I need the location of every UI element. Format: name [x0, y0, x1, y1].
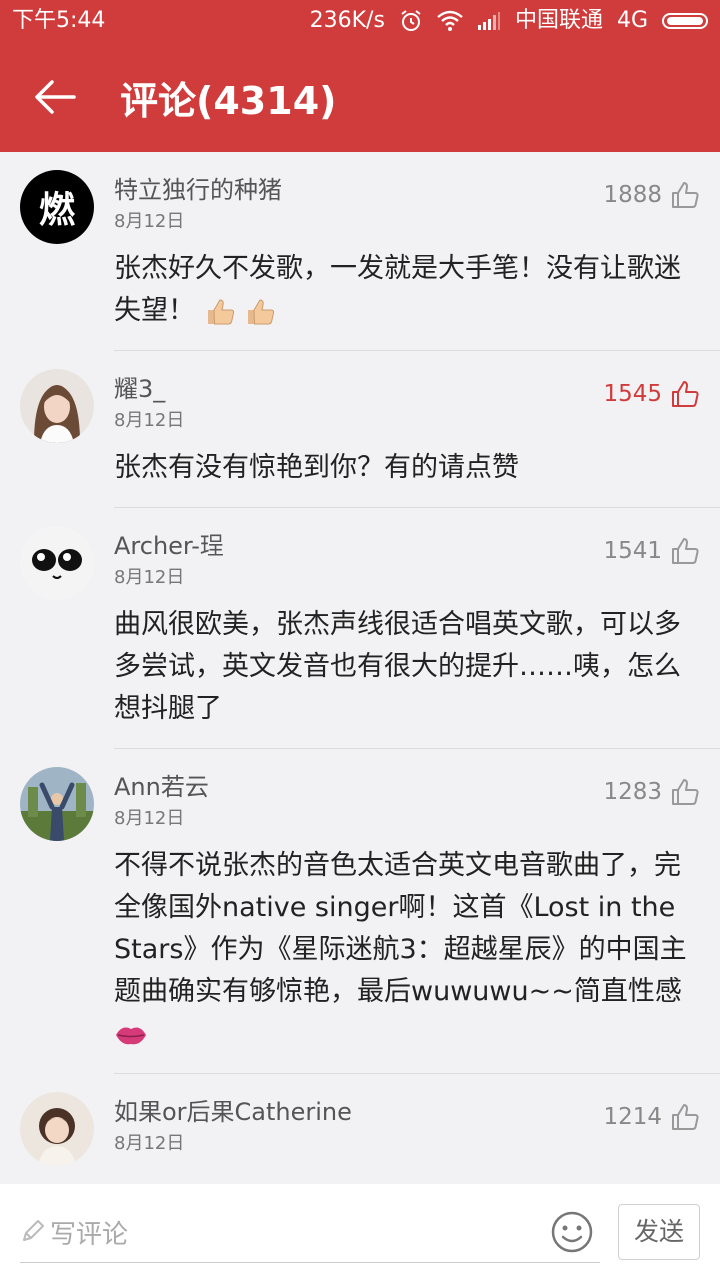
- back-arrow-icon[interactable]: [30, 72, 80, 122]
- thumbs-up-icon: [672, 538, 699, 564]
- thumbs-up-icon: [672, 182, 699, 208]
- status-bar: 下午5:44 236K/s 中国联通 4G: [0, 0, 720, 42]
- comment-text-content: 张杰好久不发歌，一发就是大手笔！没有让歌迷失望！: [114, 253, 681, 326]
- pencil-icon: [23, 1220, 44, 1241]
- like-count: 1541: [603, 538, 662, 564]
- like-count: 1283: [603, 779, 662, 805]
- like-button[interactable]: 1545: [603, 379, 700, 409]
- carrier-name: 中国联通: [514, 8, 603, 33]
- like-button[interactable]: 1541: [603, 536, 700, 566]
- status-time: 下午5:44: [12, 8, 106, 33]
- kiss-lips-emoji: [116, 1026, 146, 1044]
- thumbs-up-icon: [672, 779, 699, 805]
- comment-date: 8月12日: [114, 211, 185, 232]
- like-count: 1545: [603, 381, 662, 407]
- comment-text: 不得不说张杰的音色太适合英文电音歌曲了，完全像国外native singer啊！…: [114, 845, 720, 1055]
- avatar[interactable]: [20, 767, 94, 841]
- send-button[interactable]: 发送: [618, 1204, 700, 1260]
- comment-text: 曲风很欧美，张杰声线很适合唱英文歌，可以多多尝试，英文发音也有很大的提升……咦，…: [114, 609, 681, 724]
- comment-item: 如果or后果Catherine 8月12日 1214: [0, 1074, 720, 1166]
- comment-date: 8月12日: [114, 1133, 185, 1154]
- signal-icon: [477, 12, 500, 30]
- comment-input-placeholder: 写评论: [50, 1220, 129, 1250]
- comment-date: 8月12日: [114, 410, 185, 431]
- like-button[interactable]: 1283: [603, 777, 700, 807]
- avatar-glyph: 燃: [38, 190, 75, 231]
- comment-text-content: 不得不说张杰的音色太适合英文电音歌曲了，完全像国外native singer啊！…: [114, 850, 687, 1007]
- like-button[interactable]: 1214: [603, 1102, 700, 1132]
- like-count: 1214: [603, 1104, 662, 1130]
- comment-date: 8月12日: [114, 567, 185, 588]
- comment-list[interactable]: 燃 特立独行的种猪 8月12日 1888 张杰好久不发歌，一发就是大手笔！没有让…: [0, 152, 720, 1184]
- avatar[interactable]: [20, 526, 94, 600]
- alarm-icon: [401, 10, 421, 31]
- comment-text: 张杰有没有惊艳到你？有的请点赞: [114, 452, 519, 483]
- like-button[interactable]: 1888: [603, 180, 700, 210]
- comment-composer: 写评论 发送: [0, 1184, 720, 1280]
- thumbs-up-emoji: [248, 298, 275, 324]
- page-title: 评论(4314): [120, 78, 337, 123]
- thumbs-up-icon: [672, 381, 699, 407]
- thumbs-up-emoji: [207, 298, 234, 324]
- avatar[interactable]: [20, 1092, 94, 1166]
- top-header: 下午5:44 236K/s 中国联通 4G 评论(4314): [0, 0, 720, 152]
- status-indicators: 236K/s 中国联通 4G: [310, 0, 708, 42]
- app-bar: 评论(4314): [0, 42, 720, 152]
- comment-item: 耀3_ 8月12日 1545 张杰有没有惊艳到你？有的请点赞: [0, 351, 720, 508]
- emoji-icon[interactable]: [550, 1210, 594, 1254]
- wifi-icon: [437, 10, 463, 31]
- thumbs-up-icon: [672, 1104, 699, 1130]
- comment-item: Archer-珵 8月12日 1541 曲风很欧美，张杰声线很适合唱英文歌，可以…: [0, 508, 720, 749]
- comment-date: 8月12日: [114, 808, 185, 829]
- like-count: 1888: [603, 182, 662, 208]
- comment-text: 张杰好久不发歌，一发就是大手笔！没有让歌迷失望！: [114, 248, 720, 332]
- comment-item: Ann若云 8月12日 1283 不得不说张杰的音色太适合英文电音歌曲了，完全像…: [0, 749, 720, 1074]
- network-type: 4G: [616, 8, 648, 33]
- comment-input[interactable]: 写评论: [20, 1202, 600, 1263]
- comment-item: 燃 特立独行的种猪 8月12日 1888 张杰好久不发歌，一发就是大手笔！没有让…: [0, 152, 720, 351]
- network-speed: 236K/s: [309, 8, 385, 33]
- battery-icon: [662, 13, 708, 29]
- avatar[interactable]: 燃: [20, 170, 94, 244]
- avatar[interactable]: [20, 369, 94, 443]
